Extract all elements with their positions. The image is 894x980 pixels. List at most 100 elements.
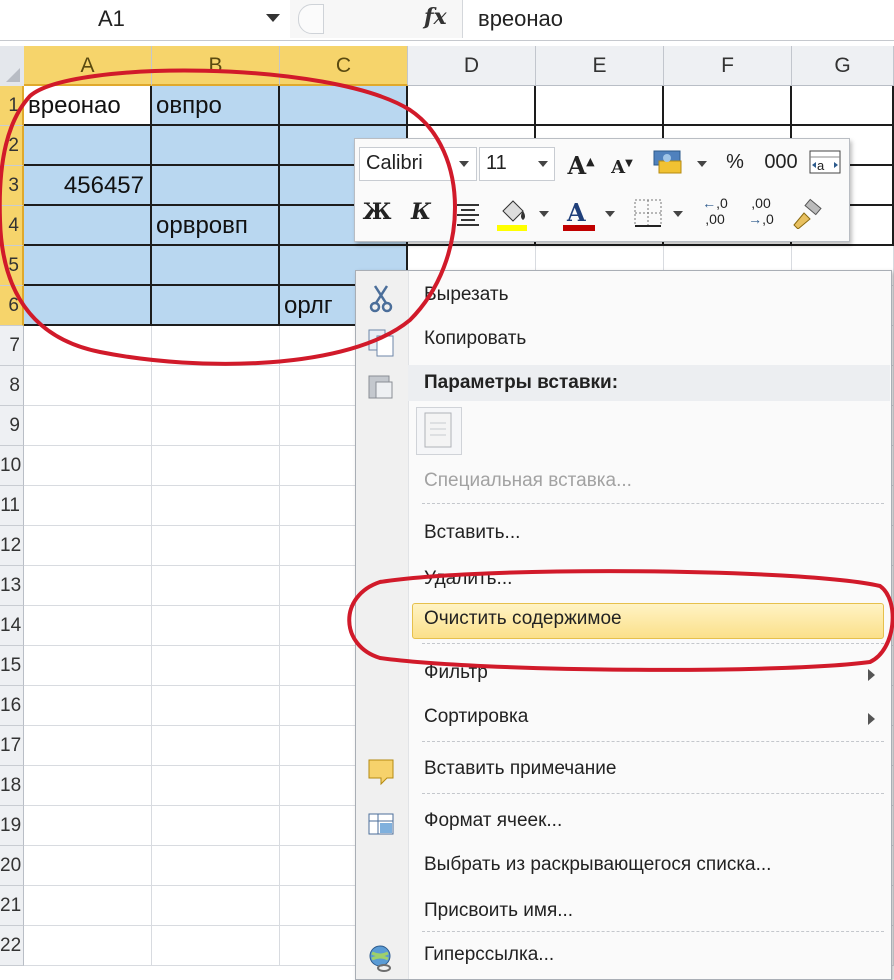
cell-b18[interactable] (152, 766, 280, 806)
cell-b22[interactable] (152, 926, 280, 966)
decrease-decimal-icon[interactable]: ,00 →,0 (741, 195, 781, 233)
cell-d1[interactable] (408, 86, 536, 126)
cell-a8[interactable] (24, 366, 152, 406)
cell-b6[interactable] (152, 286, 280, 326)
cell-a13[interactable] (24, 566, 152, 606)
row-header-22[interactable]: 22 (0, 926, 24, 966)
cell-e1[interactable] (536, 86, 664, 126)
accounting-dropdown-icon[interactable] (697, 161, 707, 167)
cell-b15[interactable] (152, 646, 280, 686)
menu-item-define-name[interactable]: Присвоить имя... (356, 893, 891, 931)
accounting-format-icon[interactable] (651, 147, 687, 179)
format-painter-icon[interactable] (789, 197, 825, 231)
row-header-8[interactable]: 8 (0, 366, 24, 406)
row-header-1[interactable]: 1 (0, 86, 24, 126)
cell-a5[interactable] (24, 246, 152, 286)
row-header-11[interactable]: 11 (0, 486, 24, 526)
cell-a17[interactable] (24, 726, 152, 766)
column-header-c[interactable]: C (280, 46, 408, 86)
cell-b12[interactable] (152, 526, 280, 566)
formula-input[interactable]: вреонао (478, 6, 563, 32)
cell-a4[interactable] (24, 206, 152, 246)
merge-center-icon[interactable]: a (807, 147, 843, 181)
cell-a18[interactable] (24, 766, 152, 806)
row-header-16[interactable]: 16 (0, 686, 24, 726)
cell-a21[interactable] (24, 886, 152, 926)
comma-style-button[interactable]: 000 (759, 147, 803, 181)
cell-a2[interactable] (24, 126, 152, 166)
percent-style-button[interactable]: % (717, 147, 753, 181)
row-header-13[interactable]: 13 (0, 566, 24, 606)
row-header-7[interactable]: 7 (0, 326, 24, 366)
row-header-4[interactable]: 4 (0, 206, 24, 246)
name-box[interactable]: A1 (0, 0, 291, 38)
row-header-21[interactable]: 21 (0, 886, 24, 926)
bold-button[interactable]: Ж (361, 197, 393, 231)
cell-a20[interactable] (24, 846, 152, 886)
cell-a3[interactable]: 456457 (24, 166, 152, 206)
cell-a15[interactable] (24, 646, 152, 686)
cell-a6[interactable] (24, 286, 152, 326)
menu-item-filter[interactable]: Фильтр (356, 655, 891, 693)
cell-b9[interactable] (152, 406, 280, 446)
font-name-dropdown-icon[interactable] (459, 161, 469, 167)
paste-option-icon[interactable] (416, 407, 462, 455)
menu-item-delete[interactable]: Удалить... (356, 561, 891, 599)
row-header-3[interactable]: 3 (0, 166, 24, 206)
menu-item-copy[interactable]: Копировать (356, 321, 891, 359)
cell-a9[interactable] (24, 406, 152, 446)
menu-item-clear-contents[interactable]: Очистить содержимое (356, 601, 891, 639)
column-header-d[interactable]: D (408, 46, 536, 86)
fill-color-icon[interactable] (495, 195, 531, 233)
menu-item-cut[interactable]: Вырезать (356, 277, 891, 315)
fill-color-dropdown-icon[interactable] (539, 211, 549, 217)
align-center-icon[interactable] (453, 199, 483, 229)
cell-a10[interactable] (24, 446, 152, 486)
formula-bar-resize-handle[interactable] (298, 4, 324, 34)
cell-f1[interactable] (664, 86, 792, 126)
row-header-6[interactable]: 6 (0, 286, 24, 326)
cell-b3[interactable] (152, 166, 280, 206)
cell-a12[interactable] (24, 526, 152, 566)
column-header-g[interactable]: G (792, 46, 894, 86)
column-header-f[interactable]: F (664, 46, 792, 86)
borders-dropdown-icon[interactable] (673, 211, 683, 217)
borders-icon[interactable] (631, 197, 665, 231)
cell-b10[interactable] (152, 446, 280, 486)
menu-item-insert[interactable]: Вставить... (356, 515, 891, 553)
cell-b2[interactable] (152, 126, 280, 166)
cell-c1[interactable] (280, 86, 408, 126)
font-size-dropdown-icon[interactable] (538, 161, 548, 167)
cell-b17[interactable] (152, 726, 280, 766)
menu-item-pick-from-list[interactable]: Выбрать из раскрывающегося списка... (356, 847, 891, 885)
shrink-font-icon[interactable]: A▼ (607, 149, 637, 181)
menu-item-insert-comment[interactable]: Вставить примечание (356, 751, 891, 789)
cell-a22[interactable] (24, 926, 152, 966)
row-header-20[interactable]: 20 (0, 846, 24, 886)
row-header-12[interactable]: 12 (0, 526, 24, 566)
row-header-14[interactable]: 14 (0, 606, 24, 646)
row-header-19[interactable]: 19 (0, 806, 24, 846)
cell-a14[interactable] (24, 606, 152, 646)
column-header-a[interactable]: A (24, 46, 152, 86)
cell-b13[interactable] (152, 566, 280, 606)
cell-a1[interactable]: вреонао (24, 86, 152, 126)
italic-button[interactable]: К (405, 197, 437, 231)
font-color-dropdown-icon[interactable] (605, 211, 615, 217)
row-header-18[interactable]: 18 (0, 766, 24, 806)
row-header-2[interactable]: 2 (0, 126, 24, 166)
menu-item-hyperlink[interactable]: Гиперссылка... (356, 937, 891, 975)
fx-icon[interactable]: fx (424, 4, 447, 30)
name-box-dropdown-icon[interactable] (266, 14, 280, 22)
row-header-17[interactable]: 17 (0, 726, 24, 766)
cell-b14[interactable] (152, 606, 280, 646)
column-header-b[interactable]: B (152, 46, 280, 86)
column-header-e[interactable]: E (536, 46, 664, 86)
row-header-15[interactable]: 15 (0, 646, 24, 686)
cell-b8[interactable] (152, 366, 280, 406)
select-all-button[interactable] (0, 46, 25, 87)
cell-b20[interactable] (152, 846, 280, 886)
cell-a19[interactable] (24, 806, 152, 846)
cell-b4[interactable]: орвровп (152, 206, 280, 246)
cell-a7[interactable] (24, 326, 152, 366)
